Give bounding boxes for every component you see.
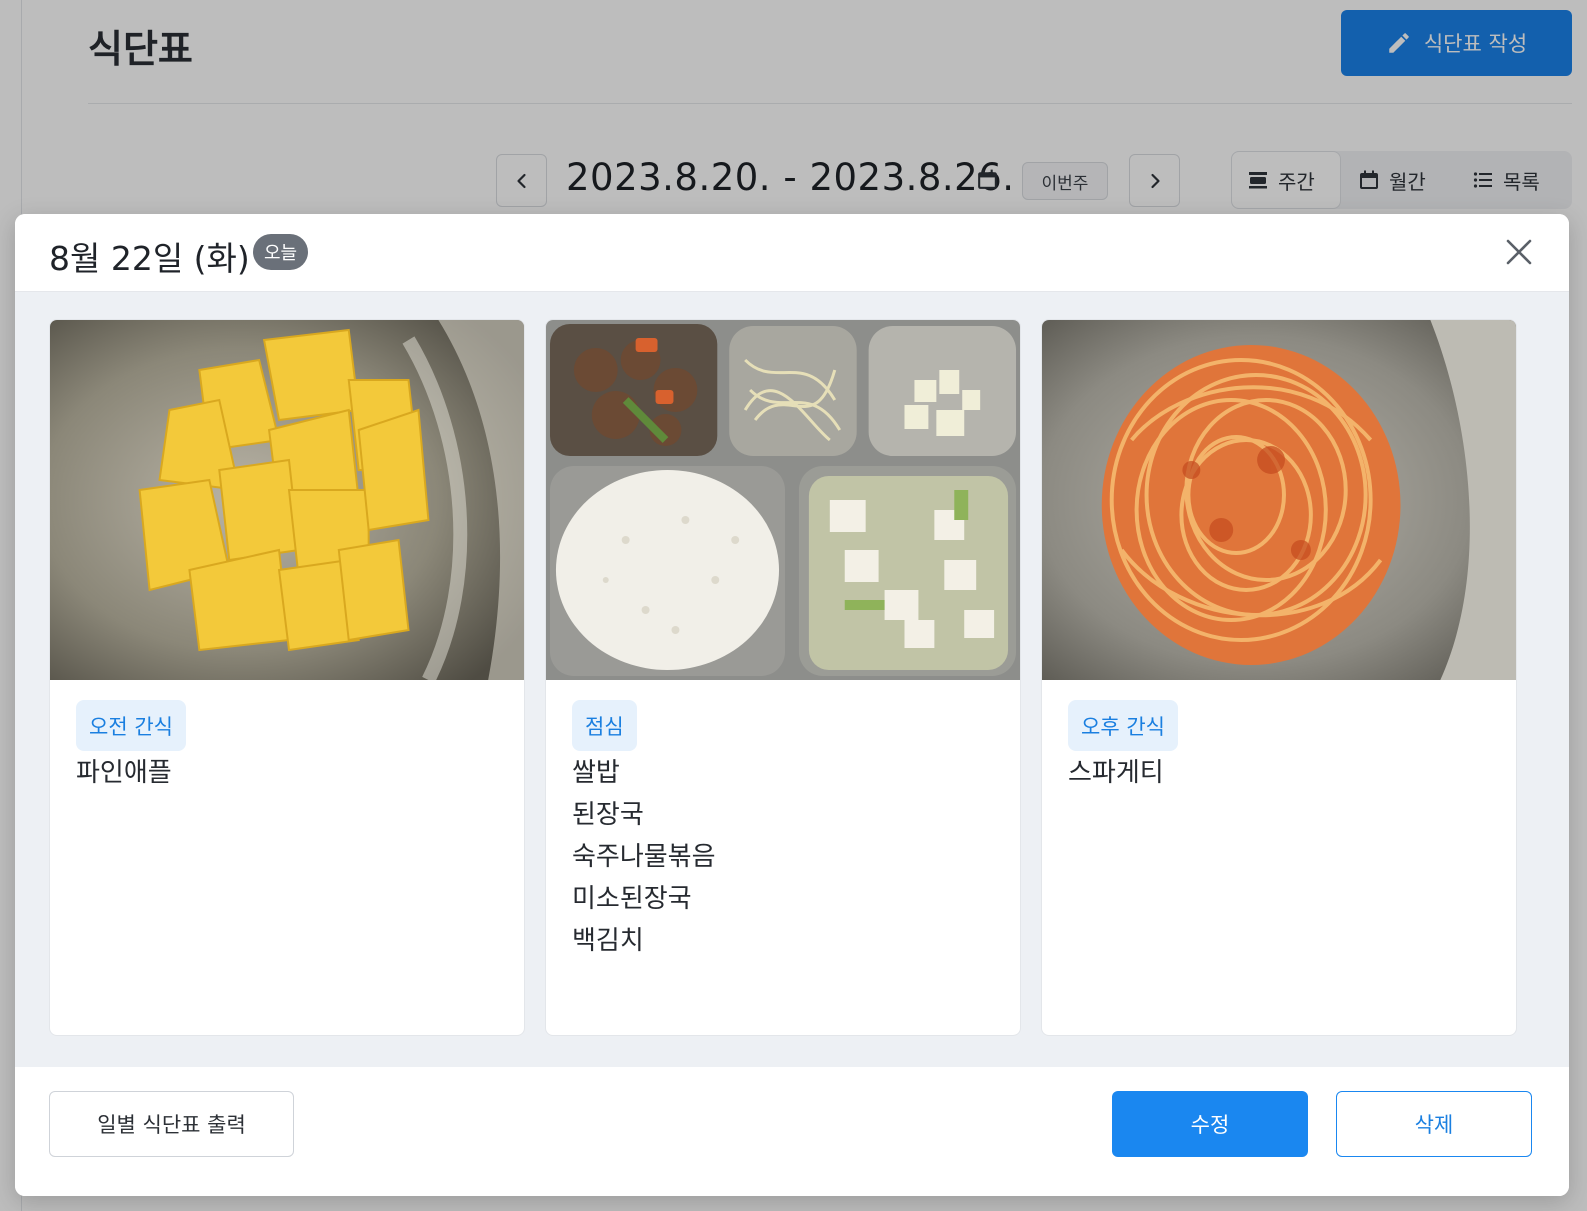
meal-card-afternoon-snack[interactable]: 오후 간식 스파게티 [1041,319,1517,1036]
modal-footer: 일별 식단표 출력 수정 삭제 [15,1067,1569,1196]
menu-item: 된장국 [572,800,644,830]
spaghetti-photo [1042,320,1516,680]
menu-list: 파인애플 [76,752,172,794]
close-icon[interactable] [1503,236,1535,268]
menu-item: 미소된장국 [572,884,692,914]
meal-tag: 오전 간식 [76,700,186,751]
menu-list: 스파게티 [1068,752,1164,794]
meal-tag: 점심 [572,700,637,751]
lunch-tray-photo [546,320,1020,680]
today-badge: 오늘 [253,234,309,270]
menu-item: 쌀밥 [572,758,620,788]
menu-item: 숙주나물볶음 [572,842,716,872]
pineapple-photo [50,320,524,680]
day-detail-modal: 8월 22일 (화) 오늘 오전 간식 파인애플 점심 쌀밥 된장국 숙주나물볶… [15,214,1569,1196]
menu-list: 쌀밥 된장국 숙주나물볶음 미소된장국 백김치 [572,752,716,962]
meal-cards-area: 오전 간식 파인애플 점심 쌀밥 된장국 숙주나물볶음 미소된장국 백김치 오후… [15,292,1569,1067]
delete-button[interactable]: 삭제 [1336,1091,1532,1157]
modal-date: 8월 22일 (화) [49,239,250,278]
meal-card-morning-snack[interactable]: 오전 간식 파인애플 [49,319,525,1036]
menu-item: 스파게티 [1068,758,1164,788]
menu-item: 파인애플 [76,758,172,788]
edit-button[interactable]: 수정 [1112,1091,1308,1157]
meal-tag: 오후 간식 [1068,700,1178,751]
modal-header: 8월 22일 (화) 오늘 [15,214,1569,292]
print-daily-menu-button[interactable]: 일별 식단표 출력 [49,1091,294,1157]
meal-card-lunch[interactable]: 점심 쌀밥 된장국 숙주나물볶음 미소된장국 백김치 [545,319,1021,1036]
menu-item: 백김치 [572,926,644,956]
